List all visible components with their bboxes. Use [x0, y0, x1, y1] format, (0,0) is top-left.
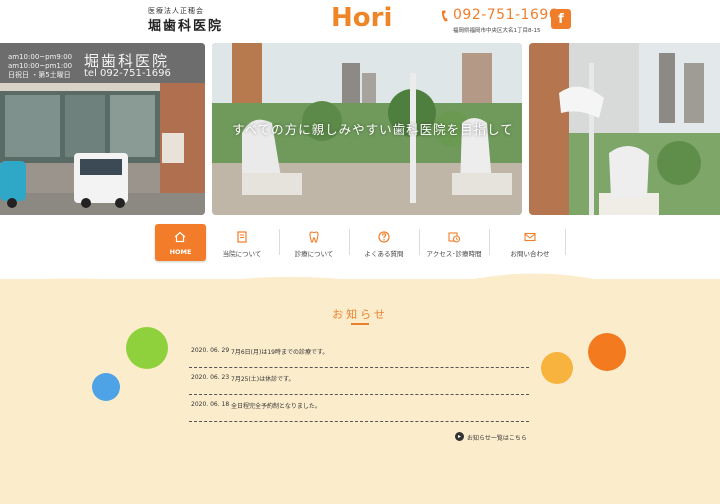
- site-header: 医療法人正穂会 堀歯科医院 Hori 092-751-1696 福岡県福岡市中央…: [0, 0, 720, 42]
- dental-chair-illustration: [529, 43, 720, 215]
- nav-divider: [565, 229, 566, 255]
- question-icon: [378, 231, 390, 243]
- home-icon: [174, 231, 186, 243]
- global-nav: HOME 当院について 診療について よくある質問 アクセス･診療時間 お問い合…: [155, 224, 575, 262]
- phone-number[interactable]: 092-751-1696: [453, 7, 558, 23]
- news-item[interactable]: 2020. 06. 18 全日程完全予約制となりました。: [189, 396, 529, 422]
- nav-about[interactable]: 当院について: [207, 224, 277, 260]
- nav-home[interactable]: HOME: [155, 224, 206, 261]
- hero-catchphrase: すべての方に親しみやすい歯科医院を目指して: [232, 122, 514, 137]
- clinic-name[interactable]: 堀歯科医院: [148, 15, 223, 34]
- news-text: 全日程完全予約制となりました。: [231, 403, 321, 410]
- news-date: 2020. 06. 23: [191, 374, 230, 381]
- hero-gallery: am10:00~pm9:00 am10:00~pm1:00 日祝日 ・第5土曜日…: [0, 43, 720, 215]
- news-item[interactable]: 2020. 06. 29 7月6日(月)は19時までの診療です。: [189, 342, 529, 368]
- sign-tel: tel 092-751-1696: [84, 68, 171, 79]
- sign-hours: am10:00~pm9:00 am10:00~pm1:00 日祝日 ・第5土曜日: [8, 53, 72, 80]
- nav-label: 診療について: [294, 250, 334, 258]
- nav-label: 当院について: [222, 250, 262, 258]
- sign-hours-line: am10:00~pm1:00: [8, 62, 73, 70]
- news-date: 2020. 06. 18: [191, 401, 230, 408]
- news-title: お知らせ: [332, 308, 388, 321]
- hori-logo[interactable]: Hori: [331, 3, 392, 33]
- nav-treatment[interactable]: 診療について: [279, 224, 349, 260]
- news-more-label: お知らせ一覧はこちら: [467, 435, 527, 442]
- news-title-underline: [351, 323, 369, 325]
- decorative-dot-green: [126, 327, 168, 369]
- tooth-icon: [309, 231, 319, 243]
- facebook-icon[interactable]: f: [551, 9, 571, 29]
- decorative-dot-orange: [588, 333, 626, 371]
- nav-divider: [489, 229, 490, 255]
- sign-hours-line: am10:00~pm9:00: [8, 53, 73, 61]
- decorative-dot-blue: [92, 373, 120, 401]
- hero-photo-exterior: am10:00~pm9:00 am10:00~pm1:00 日祝日 ・第5土曜日…: [0, 43, 205, 215]
- calendar-clock-icon: [448, 232, 460, 243]
- nav-label: お問い合わせ: [510, 250, 550, 258]
- mail-icon: [524, 232, 536, 242]
- clinic-icon: [237, 231, 247, 243]
- sign-days: 日祝日 ・第5土曜日: [8, 71, 71, 79]
- arrow-right-icon: ▸: [455, 432, 464, 441]
- nav-label: HOME: [169, 248, 192, 256]
- nav-access[interactable]: アクセス･診療時間: [419, 224, 489, 260]
- news-item[interactable]: 2020. 06. 23 7月25(土)は休診です。: [189, 369, 529, 395]
- hero-photo-treatment-room: すべての方に親しみやすい歯科医院を目指して: [212, 43, 522, 215]
- news-text: 7月25(土)は休診です。: [231, 376, 295, 383]
- nav-faq[interactable]: よくある質問: [349, 224, 419, 260]
- news-date: 2020. 06. 29: [191, 347, 230, 354]
- phone-icon: [441, 10, 448, 22]
- hero-photo-dental-chair: [529, 43, 720, 215]
- nav-label: よくある質問: [364, 250, 404, 258]
- nav-contact[interactable]: お問い合わせ: [495, 224, 565, 260]
- decorative-dot-yellow: [541, 352, 573, 384]
- address: 福岡県福岡市中央区大名1丁目8-15: [453, 28, 541, 34]
- nav-label: アクセス･診療時間: [426, 250, 482, 258]
- news-text: 7月6日(月)は19時までの診療です。: [231, 349, 329, 356]
